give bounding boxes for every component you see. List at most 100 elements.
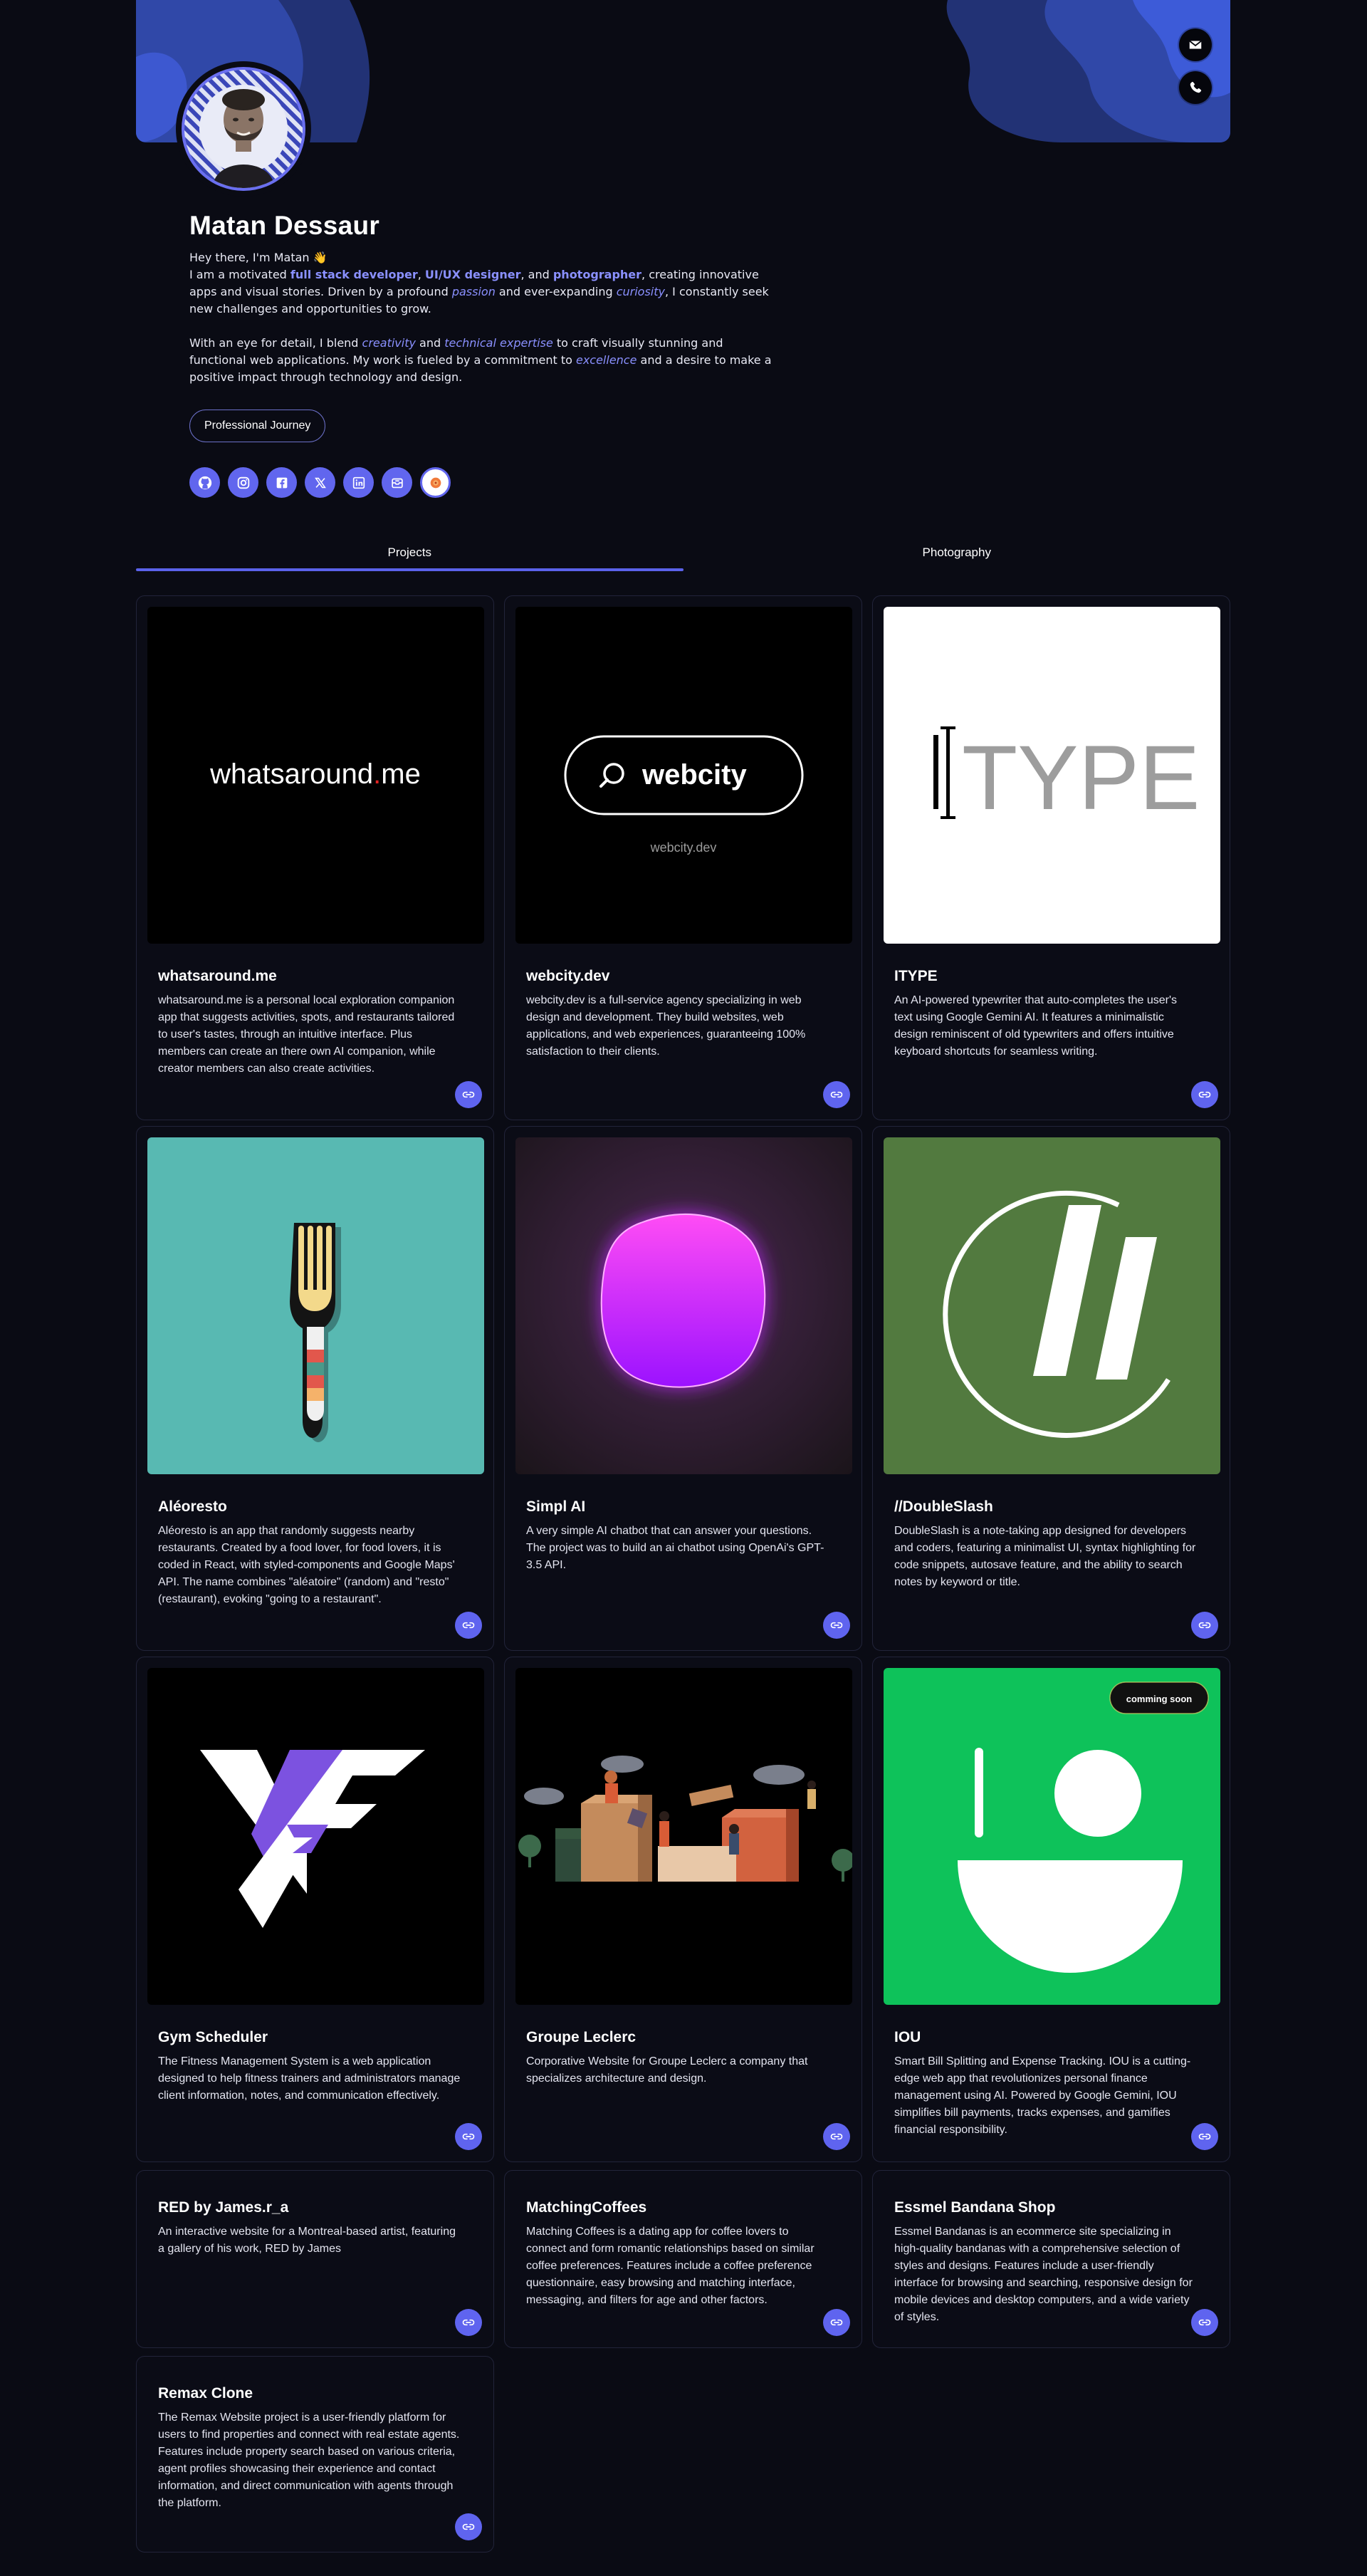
- project-link-button[interactable]: [455, 2513, 482, 2540]
- project-link-button[interactable]: [1191, 2123, 1218, 2150]
- project-title: webcity.dev: [526, 968, 610, 984]
- webcity-wordmark: webcity: [641, 759, 747, 791]
- linkedin-link[interactable]: [343, 467, 374, 498]
- project-link-button[interactable]: [823, 1081, 850, 1108]
- bio-text: With an eye for detail, I blend: [189, 336, 362, 350]
- project-description: A very simple AI chatbot that can answer…: [526, 1525, 824, 1571]
- project-title: Simpl AI: [526, 1498, 586, 1515]
- facebook-link[interactable]: [266, 467, 297, 498]
- profile-intro: Matan Dessaur Hey there, I'm Matan 👋 I a…: [189, 211, 773, 403]
- project-description: Aléoresto is an app that randomly sugges…: [158, 1525, 455, 1605]
- logo-dot: .: [373, 758, 381, 790]
- greeting-text: Hey there, I'm Matan: [189, 251, 310, 264]
- link-icon: [830, 1622, 843, 1629]
- project-thumbnail: comming soon: [884, 1668, 1220, 2005]
- project-card[interactable]: Remax Clone The Remax Website project is…: [136, 2356, 494, 2552]
- avatar: [176, 61, 311, 197]
- gym-scheduler-logo: [147, 1668, 484, 2005]
- mail-box-link[interactable]: [382, 467, 412, 498]
- project-card[interactable]: webcity webcity.dev webcity.dev webcity.…: [504, 595, 862, 1120]
- project-title: ITYPE: [894, 968, 938, 984]
- email-contact-button[interactable]: [1179, 28, 1212, 61]
- bio-emphasis: curiosity: [616, 285, 665, 298]
- link-icon: [1198, 1622, 1211, 1629]
- project-description: whatsaround.me is a personal local explo…: [158, 994, 455, 1075]
- mail-box-icon: [391, 478, 403, 488]
- project-title: IOU: [894, 2029, 921, 2045]
- bio-text: and: [415, 336, 445, 350]
- link-icon: [1198, 1091, 1211, 1098]
- link-icon: [462, 1622, 475, 1629]
- project-link-button[interactable]: [455, 1612, 482, 1639]
- project-card[interactable]: TYPE ITYPE An AI-powered typewriter that…: [872, 595, 1230, 1120]
- project-title: MatchingCoffees: [526, 2199, 647, 2216]
- project-link-button[interactable]: [455, 2309, 482, 2336]
- professional-journey-button[interactable]: Professional Journey: [189, 410, 326, 442]
- logo-tld: me: [381, 758, 421, 790]
- project-description: webcity.dev is a full-service agency spe…: [526, 994, 806, 1058]
- bio-highlight: UI/UX designer: [424, 268, 521, 281]
- project-card[interactable]: Simpl AI A very simple AI chatbot that c…: [504, 1126, 862, 1651]
- project-card[interactable]: MatchingCoffees Matching Coffees is a da…: [504, 2170, 862, 2348]
- project-link-button[interactable]: [1191, 1612, 1218, 1639]
- project-link-button[interactable]: [823, 2123, 850, 2150]
- project-card[interactable]: Essmel Bandana Shop Essmel Bandanas is a…: [872, 2170, 1230, 2348]
- project-link-button[interactable]: [823, 1612, 850, 1639]
- wave-icon: 👋: [313, 251, 328, 264]
- iou-logo: comming soon: [884, 1668, 1220, 2005]
- bio-text: and ever-expanding: [495, 285, 617, 298]
- project-link-button[interactable]: [823, 2309, 850, 2336]
- project-link-button[interactable]: [1191, 1081, 1218, 1108]
- project-card[interactable]: //DoubleSlash DoubleSlash is a note-taki…: [872, 1126, 1230, 1651]
- project-description: An AI-powered typewriter that auto-compl…: [894, 994, 1178, 1058]
- link-icon: [462, 2133, 475, 2140]
- project-description: Corporative Website for Groupe Leclerc a…: [526, 2055, 808, 2085]
- project-thumbnail: webcity webcity.dev: [515, 607, 852, 944]
- link-icon: [462, 2523, 475, 2530]
- phone-contact-button[interactable]: [1179, 71, 1212, 104]
- mail-icon: [1189, 40, 1202, 49]
- project-card[interactable]: whatsaround.me whatsaround.me whatsaroun…: [136, 595, 494, 1120]
- link-icon: [1198, 2133, 1211, 2140]
- project-title: //DoubleSlash: [894, 1498, 993, 1515]
- project-link-button[interactable]: [455, 1081, 482, 1108]
- tab-projects[interactable]: Projects: [136, 534, 684, 571]
- instagram-link[interactable]: [228, 467, 258, 498]
- project-card[interactable]: Groupe Leclerc Corporative Website for G…: [504, 1657, 862, 2162]
- tab-photography[interactable]: Photography: [684, 534, 1231, 571]
- project-card[interactable]: RED by James.r_a An interactive website …: [136, 2170, 494, 2348]
- project-title: RED by James.r_a: [158, 2199, 289, 2216]
- project-description: Essmel Bandanas is an ecommerce site spe…: [894, 2226, 1193, 2323]
- simpl-ai-icon: [515, 1137, 852, 1474]
- whatsaround-logo: whatsaround.me: [147, 607, 484, 944]
- project-link-button[interactable]: [1191, 2309, 1218, 2336]
- link-icon: [1198, 2319, 1211, 2326]
- photo-app-link[interactable]: [420, 467, 451, 498]
- project-title: Essmel Bandana Shop: [894, 2199, 1056, 2216]
- project-title: whatsaround.me: [158, 968, 277, 984]
- greeting-line: Hey there, I'm Matan 👋: [189, 249, 773, 266]
- svg-text:whatsaround.me: whatsaround.me: [209, 758, 421, 790]
- bio-emphasis: creativity: [362, 336, 416, 350]
- project-description: Matching Coffees is a dating app for cof…: [526, 2226, 815, 2306]
- itype-wordmark: TYPE: [962, 727, 1200, 829]
- project-card[interactable]: Gym Scheduler The Fitness Management Sys…: [136, 1657, 494, 2162]
- social-links: [189, 467, 451, 498]
- github-link[interactable]: [189, 467, 220, 498]
- project-title: Groupe Leclerc: [526, 2029, 637, 2045]
- project-link-button[interactable]: [455, 2123, 482, 2150]
- link-icon: [830, 2133, 843, 2140]
- x-link[interactable]: [305, 467, 335, 498]
- phone-icon: [1190, 81, 1202, 93]
- project-description: The Remax Website project is a user-frie…: [158, 2411, 460, 2509]
- doubleslash-logo: [884, 1137, 1220, 1474]
- project-description: The Fitness Management System is a web a…: [158, 2055, 461, 2102]
- project-card[interactable]: Aléoresto Aléoresto is an app that rando…: [136, 1126, 494, 1651]
- project-card[interactable]: comming soon IOU Smart Bill Splitting an…: [872, 1657, 1230, 2162]
- bio-highlight: photographer: [552, 268, 642, 281]
- facebook-icon: [276, 477, 287, 488]
- project-thumbnail: whatsaround.me: [147, 607, 484, 944]
- bio-emphasis: excellence: [575, 353, 637, 367]
- bio-highlight: full stack developer: [290, 268, 418, 281]
- bio-paragraph-2: With an eye for detail, I blend creativi…: [189, 335, 773, 386]
